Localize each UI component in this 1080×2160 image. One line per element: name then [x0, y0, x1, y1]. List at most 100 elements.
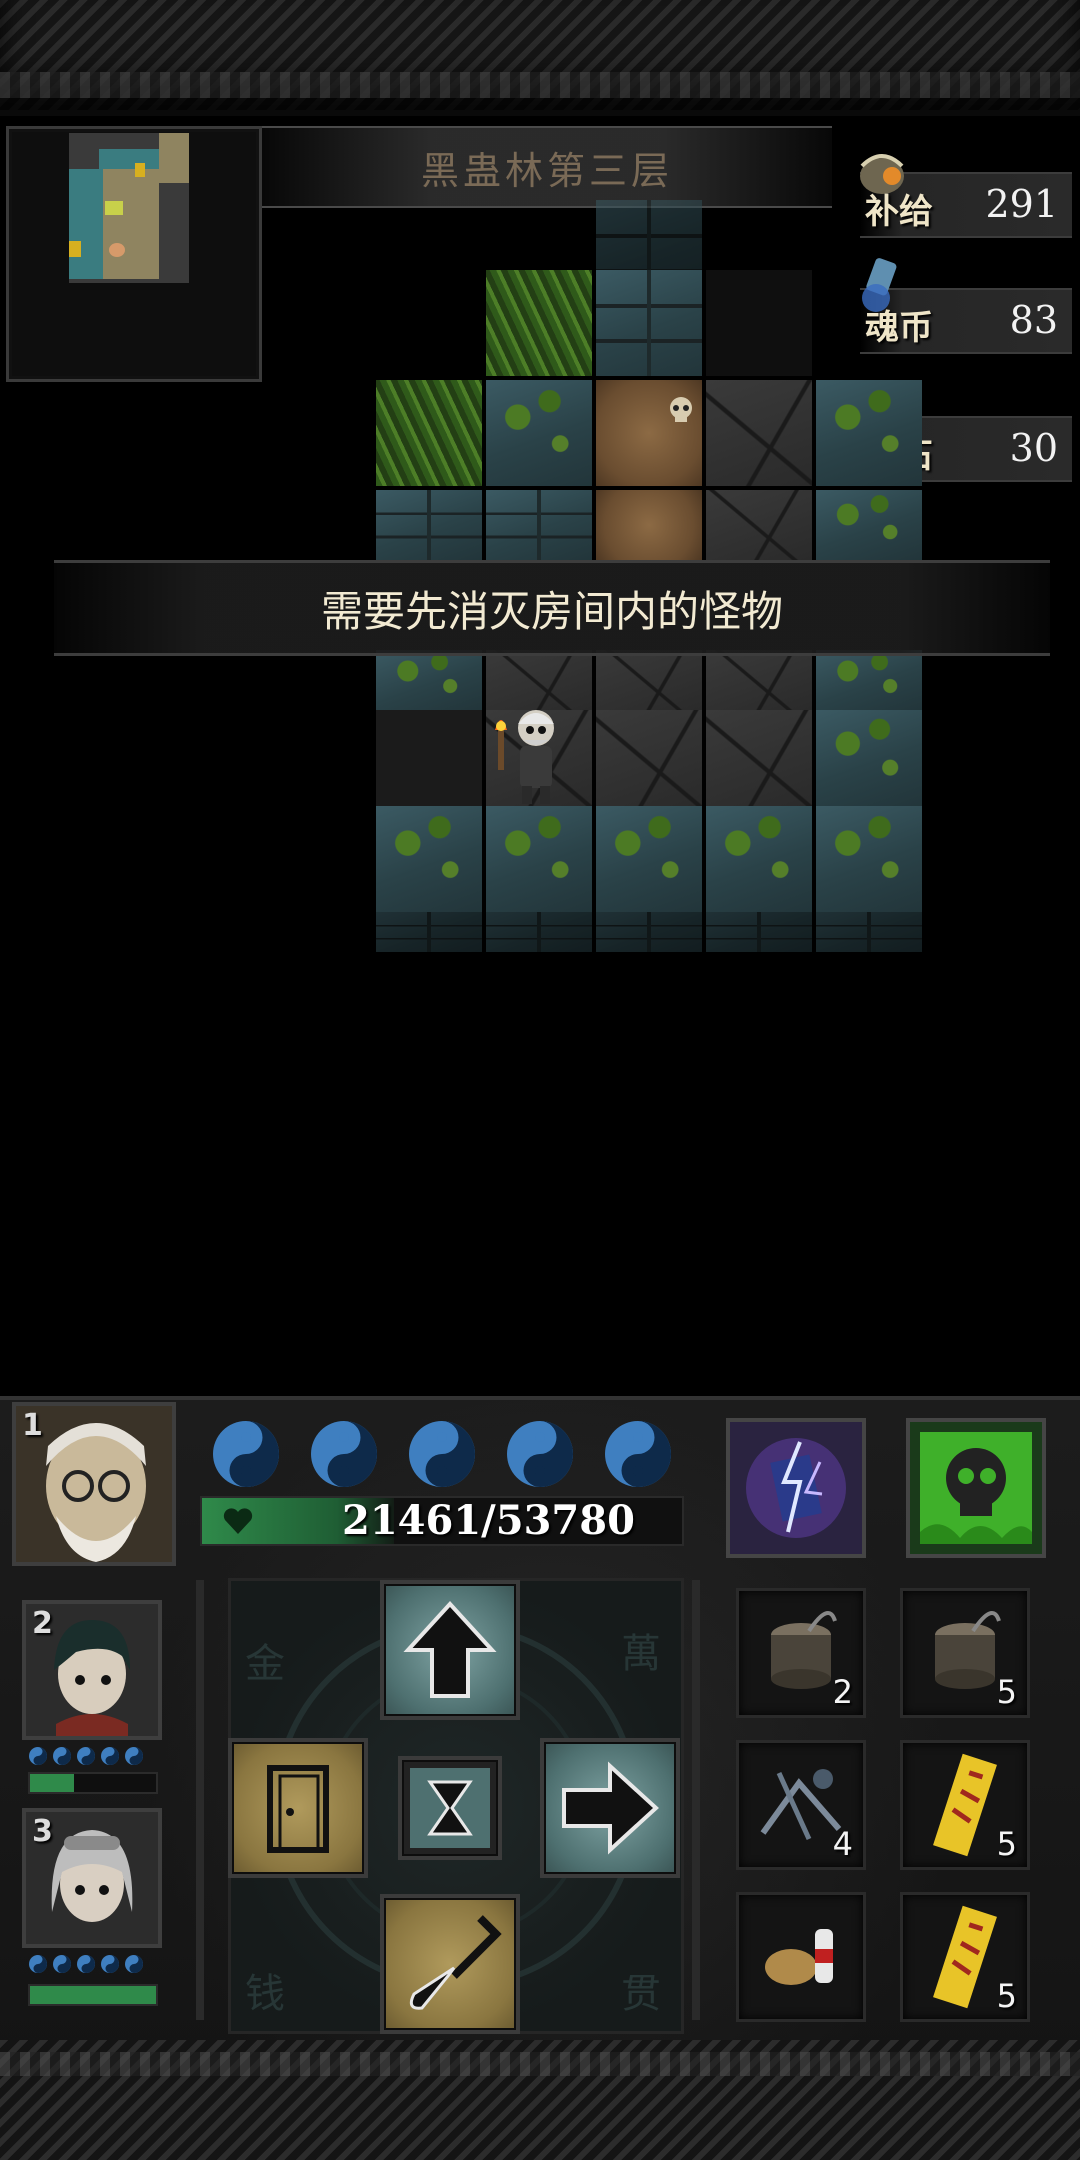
mossy-wall-tile: [816, 806, 922, 912]
minimap-stairs-marker: [105, 201, 123, 215]
leader-portrait[interactable]: 1: [12, 1402, 176, 1566]
skill-poison-skull-button[interactable]: [906, 1418, 1046, 1558]
inventory-slot[interactable]: 5: [900, 1740, 1030, 1870]
minimap-room: [69, 169, 103, 279]
yin-yang-orb-icon: [53, 1955, 71, 1973]
floor-tile: [706, 490, 812, 560]
arrow-up-icon: [403, 1601, 497, 1698]
yin-yang-orb-icon: [53, 1747, 71, 1765]
skill-lightning-button[interactable]: [726, 1418, 866, 1558]
dig-button[interactable]: [380, 1894, 520, 2034]
dpad-background-glyph: 钱: [245, 1971, 285, 2017]
grass-tile: [486, 270, 592, 376]
panel-divider: [196, 1580, 204, 2020]
mossy-wall-tile: [596, 806, 702, 912]
heart-icon: [223, 1508, 253, 1534]
yin-yang-orb-icon: [213, 1421, 279, 1487]
hp-fill: [30, 1986, 156, 2004]
leader-hp-text: 21461/53780: [342, 1497, 635, 1544]
leader-hp-bar: 21461/53780: [200, 1496, 684, 1546]
door-button[interactable]: [228, 1738, 368, 1878]
party-member-2-portrait[interactable]: 2: [22, 1600, 162, 1740]
yin-yang-orb-icon: [311, 1421, 377, 1487]
lightning-skill-icon: [730, 1422, 862, 1554]
mossy-wall-tile: [376, 806, 482, 912]
wall-tile: [596, 270, 702, 376]
dirt-tile: [596, 490, 702, 560]
minimap-room: [159, 183, 189, 283]
dpad-background-glyph: 贯: [621, 1971, 661, 2017]
message-banner: 需要先消灭房间内的怪物: [54, 560, 1050, 656]
mossy-wall-tile: [486, 380, 592, 486]
inventory-slot[interactable]: [736, 1892, 866, 2022]
item-count: 5: [996, 1673, 1017, 1711]
bottom-decorative-border: [0, 2040, 1080, 2160]
wall-tile: [816, 912, 922, 952]
hourglass-icon: [410, 1768, 490, 1848]
inventory-slot[interactable]: 5: [900, 1588, 1030, 1718]
level-title: 黑蛊林第三层: [262, 126, 832, 208]
mossy-wall-tile: [486, 806, 592, 912]
inventory-slot[interactable]: 2: [736, 1588, 866, 1718]
wall-tile: [376, 912, 482, 952]
yin-yang-orb-icon: [101, 1955, 119, 1973]
party-member-2-hp-bar: [28, 1772, 158, 1794]
yin-yang-orb-icon: [77, 1955, 95, 1973]
party-slot-number: 3: [32, 1814, 53, 1849]
yin-yang-orb-icon: [125, 1955, 143, 1973]
yin-yang-orb-icon: [125, 1747, 143, 1765]
wait-button[interactable]: [398, 1756, 502, 1860]
item-count: 4: [832, 1825, 853, 1863]
wall-tile: [376, 490, 482, 560]
floor-tile: [596, 650, 702, 710]
yin-yang-orb-icon: [77, 1747, 95, 1765]
resource-value: 291: [985, 182, 1058, 226]
mossy-wall-tile: [376, 650, 482, 710]
move-up-button[interactable]: [380, 1580, 520, 1720]
party-member-3-portrait[interactable]: 3: [22, 1808, 162, 1948]
wall-tile: [486, 912, 592, 952]
move-right-button[interactable]: [540, 1738, 680, 1878]
inventory-slot[interactable]: 4: [736, 1740, 866, 1870]
wall-tile: [486, 490, 592, 560]
party-member-3-hp-bar: [28, 1984, 158, 2006]
floor-tile: [596, 710, 702, 806]
wall-tile: [706, 912, 812, 952]
yin-yang-orb-icon: [605, 1421, 671, 1487]
yin-yang-orb-icon: [409, 1421, 475, 1487]
minimap-player-marker: [109, 243, 125, 257]
floor-tile: [706, 380, 812, 486]
minimap-room: [159, 133, 189, 183]
party-slot-number: 1: [22, 1408, 43, 1443]
resource-value: 83: [1009, 298, 1058, 342]
hp-fill: [30, 1774, 75, 1792]
minimap[interactable]: [6, 126, 262, 382]
yin-yang-orb-icon: [29, 1955, 47, 1973]
inventory-slot[interactable]: 5: [900, 1892, 1030, 2022]
door-tile: [376, 710, 482, 806]
door-icon: [267, 1765, 329, 1853]
item-count: 5: [996, 1825, 1017, 1863]
minimap-room: [99, 149, 159, 169]
arrow-right-icon: [562, 1761, 659, 1855]
dpad-background-glyph: 金: [245, 1641, 285, 1687]
dark-tile: [706, 270, 812, 376]
minimap-room: [103, 169, 159, 279]
food-bottle-icon: [765, 1929, 833, 1985]
yin-yang-orb-icon: [507, 1421, 573, 1487]
floor-tile: [706, 710, 812, 806]
yin-yang-orb-icon: [101, 1747, 119, 1765]
mossy-wall-tile: [816, 710, 922, 806]
player-character[interactable]: [492, 700, 572, 810]
party-slot-number: 2: [32, 1606, 53, 1641]
grass-tile: [376, 380, 482, 486]
minimap-door-marker: [69, 241, 81, 257]
top-decorative-border: [0, 0, 1080, 116]
mossy-wall-tile: [816, 490, 922, 560]
resource-value: 30: [1009, 426, 1058, 470]
mossy-wall-tile: [816, 650, 922, 710]
wall-tile: [596, 912, 702, 952]
yin-yang-orb-icon: [29, 1747, 47, 1765]
dpad-background-glyph: 萬: [621, 1631, 661, 1677]
skull-decoration-icon: [670, 397, 692, 422]
